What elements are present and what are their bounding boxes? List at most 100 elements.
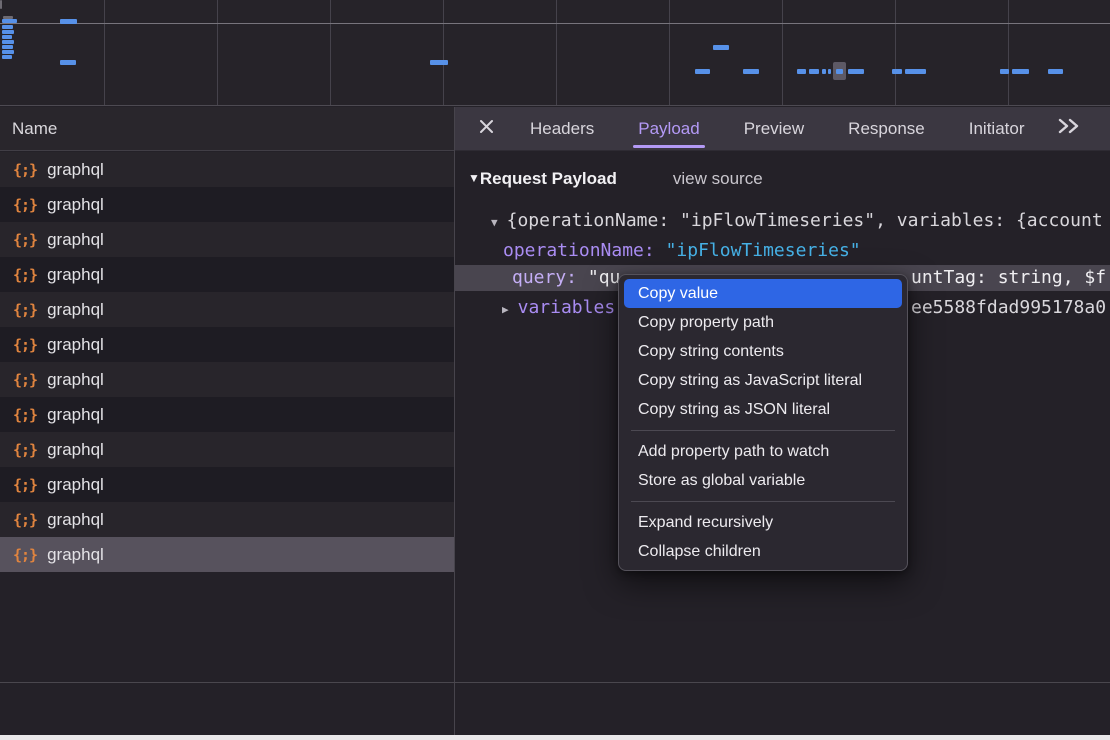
property-key: query: [512,267,577,288]
request-row[interactable]: {;} graphql [0,432,454,467]
json-request-icon: {;} [13,511,37,529]
request-name: graphql [47,370,104,390]
tab-payload[interactable]: Payload [633,107,704,150]
request-name: graphql [47,545,104,565]
timeline-request-bar [828,69,831,74]
request-row[interactable]: {;} graphql [0,222,454,257]
json-request-icon: {;} [13,546,37,564]
request-row[interactable]: {;} graphql [0,292,454,327]
view-source-link[interactable]: view source [673,169,763,188]
timeline-request-bar [822,69,826,74]
payload-preview-row[interactable]: ▼ {operationName: "ipFlowTimeseries", var… [455,208,1110,234]
context-menu-item[interactable]: Copy string as JSON literal [624,395,902,424]
detail-tabs: Headers Payload Preview Response Initiator [525,107,1029,150]
payload-preview-text: {operationName: "ipFlowTimeseries", vari… [507,210,1103,231]
context-menu-item[interactable]: Collapse children [624,537,902,566]
timeline-request-bar [2,40,14,44]
request-row[interactable]: {;} graphql [0,187,454,222]
timeline-request-bar [1012,69,1029,74]
section-collapse-icon[interactable]: ▼ [468,171,480,185]
timeline-request-bar [2,30,14,34]
close-detail-button[interactable] [471,107,501,151]
section-title: Request Payload [480,169,617,188]
property-value-right: untTag: string, $f [911,265,1106,291]
property-value: "ipFlowTimeseries" [666,240,861,261]
property-value-right: ee5588fdad995178a0 [911,295,1106,321]
timeline-request-bar [430,60,448,65]
timeline-request-bar [836,69,843,74]
network-overview-timeline[interactable] [0,0,1110,106]
request-row[interactable]: {;} graphql [0,362,454,397]
request-row[interactable]: {;} graphql [0,537,454,572]
timeline-request-bar [797,69,806,74]
context-menu-item[interactable]: Expand recursively [624,508,902,537]
request-row[interactable]: {;} graphql [0,327,454,362]
timeline-request-bar [2,50,14,54]
request-list-panel: Name {;} graphql {;} graphql {;} graphql… [0,107,454,735]
timeline-request-bar [2,25,13,29]
context-menu-item[interactable]: Copy property path [624,308,902,337]
double-chevron-icon [1057,118,1081,139]
tab-initiator[interactable]: Initiator [964,107,1030,150]
timeline-gridline [104,0,105,105]
timeline-request-bar [2,55,12,59]
chevron-down-icon[interactable]: ▼ [491,216,498,229]
timeline-request-bar [2,35,12,39]
json-request-icon: {;} [13,266,37,284]
context-menu-item[interactable]: Copy string contents [624,337,902,366]
timeline-request-bar [809,69,819,74]
context-menu-separator [631,430,895,431]
context-menu: Copy valueCopy property pathCopy string … [618,274,908,571]
column-header-label: Name [12,119,57,138]
more-tabs-button[interactable] [1057,118,1081,139]
timeline-request-bar [848,69,864,74]
json-request-icon: {;} [13,476,37,494]
context-menu-item[interactable]: Copy string as JavaScript literal [624,366,902,395]
tab-response[interactable]: Response [843,107,930,150]
json-request-icon: {;} [13,371,37,389]
json-request-icon: {;} [13,231,37,249]
request-name: graphql [47,300,104,320]
request-name: graphql [47,405,104,425]
timeline-gridline [895,0,896,105]
request-row[interactable]: {;} graphql [0,397,454,432]
json-request-icon: {;} [13,301,37,319]
request-row[interactable]: {;} graphql [0,152,454,187]
request-row[interactable]: {;} graphql [0,467,454,502]
context-menu-item[interactable]: Add property path to watch [624,437,902,466]
timeline-gridline [1008,0,1009,105]
timeline-gridline [217,0,218,105]
panel-footer-divider [0,682,1110,683]
request-name: graphql [47,475,104,495]
timeline-request-bar [60,60,76,65]
request-row[interactable]: {;} graphql [0,257,454,292]
json-request-icon: {;} [13,161,37,179]
chevron-right-icon[interactable]: ▶ [502,303,509,316]
property-key: variables [518,297,616,318]
json-request-icon: {;} [13,406,37,424]
request-name: graphql [47,195,104,215]
timeline-request-bar [713,45,729,50]
detail-tabbar: Headers Payload Preview Response Initiator [455,107,1110,151]
tab-preview[interactable]: Preview [739,107,809,150]
operation-name-row[interactable]: operationName: "ipFlowTimeseries" [455,238,1110,264]
json-request-icon: {;} [13,196,37,214]
request-name: graphql [47,265,104,285]
request-name: graphql [47,160,104,180]
timeline-request-bar [743,69,759,74]
timeline-gridline [669,0,670,105]
json-request-icon: {;} [13,441,37,459]
column-header-name[interactable]: Name [0,107,454,151]
timeline-gridline [782,0,783,105]
tab-headers[interactable]: Headers [525,107,599,150]
request-name: graphql [47,510,104,530]
window-bottom-edge [0,735,1110,740]
timeline-request-bar [695,69,710,74]
context-menu-item[interactable]: Copy value [624,279,902,308]
request-list: {;} graphql {;} graphql {;} graphql {;} … [0,152,454,572]
timeline-request-bar [2,45,13,49]
request-row[interactable]: {;} graphql [0,502,454,537]
request-name: graphql [47,335,104,355]
request-payload-section: ▼Request Payload view source [468,168,763,189]
context-menu-item[interactable]: Store as global variable [624,466,902,495]
